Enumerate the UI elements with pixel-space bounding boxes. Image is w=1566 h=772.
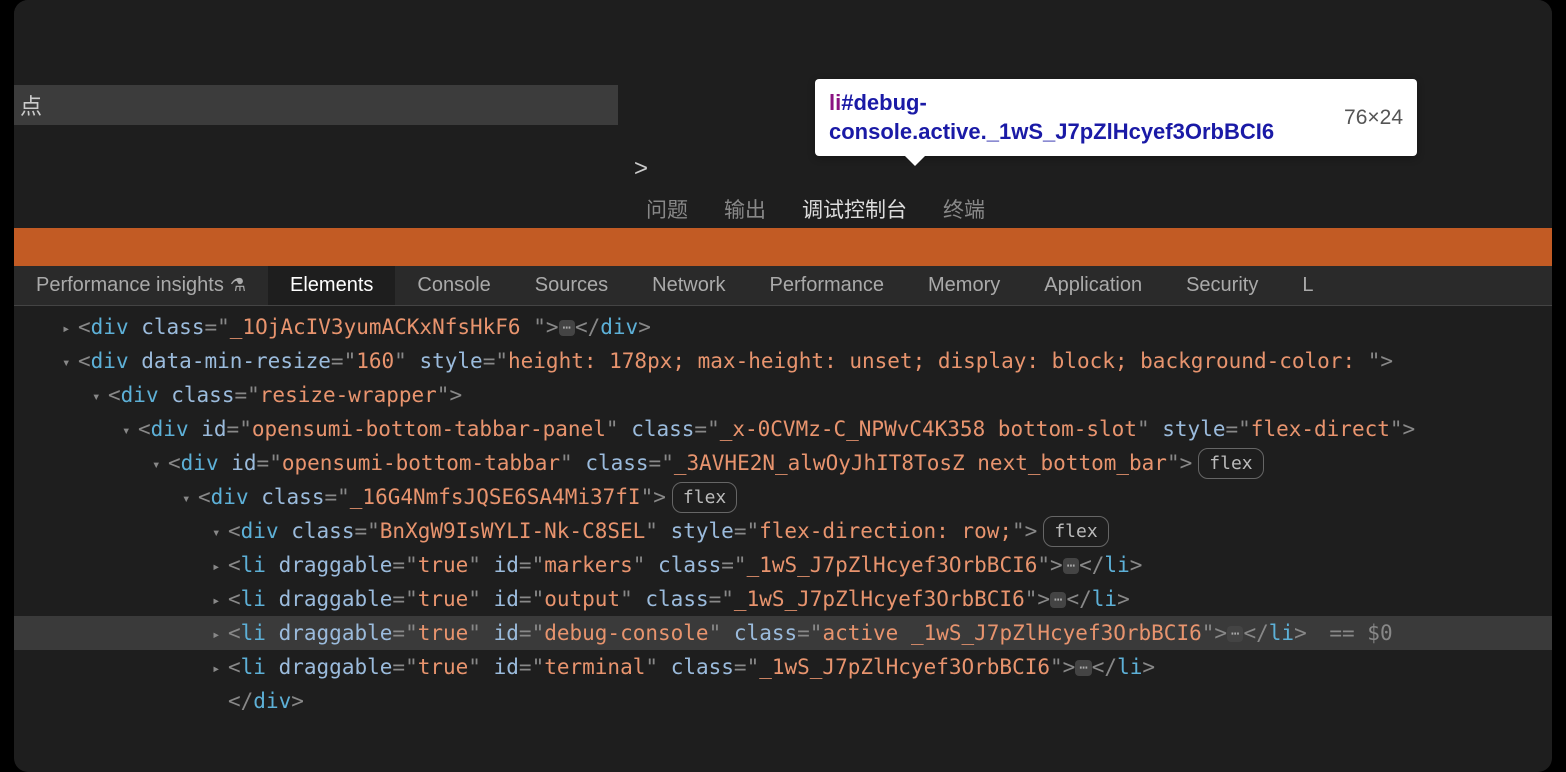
panel-tab-label: 输出 xyxy=(724,199,766,222)
expand-triangle-icon[interactable]: ▸ xyxy=(212,590,226,613)
dom-tree-line[interactable]: ▾<div class="BnXgW9IsWYLI-Nk-C8SEL" styl… xyxy=(14,514,1552,548)
devtools-tab-label: Memory xyxy=(928,274,1000,297)
expand-triangle-icon[interactable]: ▾ xyxy=(212,522,226,545)
devtools-tab[interactable]: Security xyxy=(1164,266,1280,305)
dom-tree-line[interactable]: ▸<li draggable="true" id="markers" class… xyxy=(14,548,1552,582)
expand-triangle-icon[interactable]: ▸ xyxy=(212,658,226,681)
devtools-tab-label: Security xyxy=(1186,274,1258,297)
dom-tree-line[interactable]: </div> xyxy=(14,684,1552,718)
expand-triangle-icon[interactable]: ▾ xyxy=(182,488,196,511)
expand-triangle-icon[interactable]: ▾ xyxy=(62,352,76,375)
repl-prompt-icon: > xyxy=(634,155,648,183)
devtools-tab[interactable]: Performance xyxy=(748,266,907,305)
panel-tab-label: 终端 xyxy=(943,199,985,222)
panel-tab-label: 调试控制台 xyxy=(802,199,907,222)
dom-tree-line[interactable]: ▾<div class="resize-wrapper"> xyxy=(14,378,1552,412)
app-window: 点 > 问题 输出 调试控制台 终端 li#debug-console.active.… xyxy=(14,0,1552,772)
panel-tab[interactable]: 调试控制台 xyxy=(784,188,925,234)
panel-tab[interactable]: 输出 xyxy=(706,188,784,234)
dom-tree-line[interactable]: ▸<li draggable="true" id="output" class=… xyxy=(14,582,1552,616)
devtools-tab[interactable]: Console xyxy=(395,266,512,305)
ellipsis-icon[interactable]: ⋯ xyxy=(1050,592,1066,608)
devtools-tab[interactable]: Application xyxy=(1022,266,1164,305)
tooltip-tag: li xyxy=(829,90,841,115)
expand-triangle-icon[interactable]: ▸ xyxy=(212,556,226,579)
flex-badge[interactable]: flex xyxy=(672,482,737,513)
devtools-tab[interactable]: L xyxy=(1280,266,1335,305)
dom-tree-line[interactable]: ▸<div class="_1OjAcIV3yumACKxNfsHkF6 ">⋯… xyxy=(14,310,1552,344)
devtools-tab-label: Performance insights xyxy=(36,274,224,297)
element-inspect-tooltip: li#debug-console.active._1wS_J7pZlHcyef3… xyxy=(815,79,1417,156)
devtools-tab-label: Performance xyxy=(770,274,885,297)
ellipsis-icon[interactable]: ⋯ xyxy=(1063,558,1079,574)
tooltip-selector: li#debug-console.active._1wS_J7pZlHcyef3… xyxy=(829,89,1299,146)
tooltip-dimensions: 76×24 xyxy=(1344,106,1403,130)
devtools-tab-label: Elements xyxy=(290,274,373,297)
flex-badge[interactable]: flex xyxy=(1043,516,1108,547)
devtools-tab[interactable]: Network xyxy=(630,266,747,305)
ellipsis-icon[interactable]: ⋯ xyxy=(1227,626,1243,642)
expand-triangle-icon[interactable]: ▾ xyxy=(92,386,106,409)
dom-tree-line[interactable]: ▾<div id="opensumi-bottom-tabbar-panel" … xyxy=(14,412,1552,446)
flex-badge[interactable]: flex xyxy=(1198,448,1263,479)
elements-dom-tree[interactable]: ▸<div class="_1OjAcIV3yumACKxNfsHkF6 ">⋯… xyxy=(14,306,1552,722)
devtools-tab[interactable]: Performance insights ⚗ xyxy=(14,266,268,305)
tooltip-classes: .active._1wS_J7pZlHcyef3OrbBCI6 xyxy=(912,119,1274,144)
selected-node-marker: == $0 xyxy=(1317,621,1393,645)
ellipsis-icon[interactable]: ⋯ xyxy=(559,320,575,336)
devtools-tab[interactable]: Elements xyxy=(268,266,395,305)
editor-top-area: 点 > 问题 输出 调试控制台 终端 li#debug-console.active.… xyxy=(14,0,1552,228)
expand-triangle-icon[interactable]: ▸ xyxy=(212,624,226,647)
search-text: 点 xyxy=(20,89,42,121)
devtools-tab[interactable]: Sources xyxy=(513,266,630,305)
panel-tab[interactable]: 问题 xyxy=(628,188,706,234)
dom-tree-line[interactable]: ▸<li draggable="true" id="debug-console"… xyxy=(14,616,1552,650)
panel-tab-label: 问题 xyxy=(646,199,688,222)
devtools-tabs: Performance insights ⚗ Elements Console Sour… xyxy=(14,266,1552,306)
flask-icon: ⚗ xyxy=(230,275,246,296)
dom-tree-line[interactable]: ▾<div data-min-resize="160" style="heigh… xyxy=(14,344,1552,378)
ellipsis-icon[interactable]: ⋯ xyxy=(1075,660,1091,676)
devtools-tab[interactable]: Memory xyxy=(906,266,1022,305)
search-input[interactable]: 点 xyxy=(14,85,618,125)
dom-tree-line[interactable]: ▾<div class="_16G4NmfsJQSE6SA4Mi37fI">fl… xyxy=(14,480,1552,514)
panel-tab[interactable]: 终端 xyxy=(925,188,1003,234)
panel-tabs: 问题 输出 调试控制台 终端 xyxy=(628,188,1003,234)
devtools-tab-label: Console xyxy=(417,274,490,297)
dom-tree-line[interactable]: ▾<div id="opensumi-bottom-tabbar" class=… xyxy=(14,446,1552,480)
expand-triangle-icon[interactable]: ▾ xyxy=(152,454,166,477)
devtools-tab-label: L xyxy=(1302,274,1313,297)
dom-tree-line[interactable]: ▸<li draggable="true" id="terminal" clas… xyxy=(14,650,1552,684)
expand-triangle-icon[interactable]: ▾ xyxy=(122,420,136,443)
devtools-tab-label: Network xyxy=(652,274,725,297)
devtools-tab-label: Application xyxy=(1044,274,1142,297)
expand-triangle-icon[interactable]: ▸ xyxy=(62,318,76,341)
devtools-tab-label: Sources xyxy=(535,274,608,297)
